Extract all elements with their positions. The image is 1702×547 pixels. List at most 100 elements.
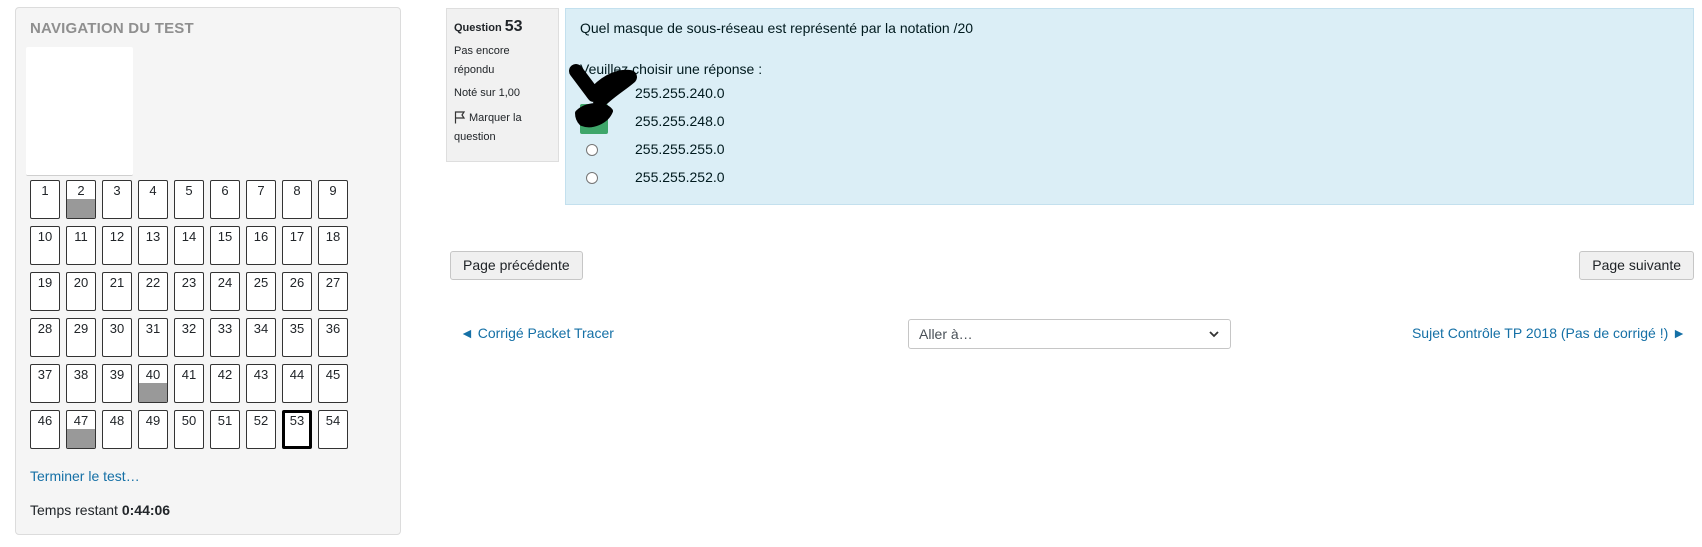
question-nav-button[interactable]: 50 <box>174 410 204 449</box>
question-nav-number: 21 <box>109 275 125 290</box>
next-activity-link[interactable]: Sujet Contrôle TP 2018 (Pas de corrigé !… <box>1412 325 1686 341</box>
question-nav-button[interactable]: 38 <box>66 364 96 403</box>
question-nav-button[interactable]: 26 <box>282 272 312 311</box>
question-text: Quel masque de sous-réseau est représent… <box>580 20 974 36</box>
question-nav-number: 12 <box>109 229 125 244</box>
question-nav-button[interactable]: 32 <box>174 318 204 357</box>
question-nav-button[interactable]: 45 <box>318 364 348 403</box>
question-nav-number: 30 <box>109 321 125 336</box>
question-nav-number: 48 <box>109 413 125 428</box>
question-nav-button[interactable]: 2 <box>66 180 96 219</box>
next-page-button[interactable]: Page suivante <box>1579 251 1694 280</box>
question-nav-number: 5 <box>185 183 193 198</box>
question-nav-button[interactable]: 39 <box>102 364 132 403</box>
time-remaining-value: 0:44:06 <box>121 502 171 518</box>
question-nav-button[interactable]: 35 <box>282 318 312 357</box>
question-nav-button[interactable]: 25 <box>246 272 276 311</box>
question-nav-button[interactable]: 7 <box>246 180 276 219</box>
question-nav-button[interactable]: 37 <box>30 364 60 403</box>
question-nav-button[interactable]: 41 <box>174 364 204 403</box>
question-nav-button[interactable]: 1 <box>30 180 60 219</box>
quiz-navigation-block: NAVIGATION DU TEST 1 2 3 4 5 6 7 8 9 10 11 12 13 14 15… <box>15 7 401 535</box>
answer-radio[interactable] <box>586 88 598 100</box>
time-remaining: Temps restant 0:44:06 <box>30 502 170 518</box>
question-nav-number: 54 <box>325 413 341 428</box>
question-nav-number: 38 <box>73 367 89 382</box>
question-nav-number: 33 <box>217 321 233 336</box>
question-nav-button[interactable]: 46 <box>30 410 60 449</box>
question-nav-button[interactable]: 49 <box>138 410 168 449</box>
question-nav-button[interactable]: 17 <box>282 226 312 265</box>
question-nav-button[interactable]: 18 <box>318 226 348 265</box>
question-nav-button[interactable]: 28 <box>30 318 60 357</box>
answered-indicator <box>139 383 167 402</box>
question-nav-button[interactable]: 47 <box>66 410 96 449</box>
question-nav-button[interactable]: 16 <box>246 226 276 265</box>
question-nav-number: 50 <box>181 413 197 428</box>
question-nav-button[interactable]: 21 <box>102 272 132 311</box>
question-nav-button[interactable]: 44 <box>282 364 312 403</box>
question-nav-number: 13 <box>145 229 161 244</box>
question-nav-number: 24 <box>217 275 233 290</box>
question-nav-button[interactable]: 52 <box>246 410 276 449</box>
question-nav-button[interactable]: 43 <box>246 364 276 403</box>
question-nav-button[interactable]: 51 <box>210 410 240 449</box>
question-grade: Noté sur 1,00 <box>454 87 521 99</box>
question-nav-button[interactable]: 20 <box>66 272 96 311</box>
question-nav-button[interactable]: 40 <box>138 364 168 403</box>
question-nav-button[interactable]: 23 <box>174 272 204 311</box>
question-content: Quel masque de sous-réseau est représent… <box>565 8 1694 205</box>
question-nav-button[interactable]: 22 <box>138 272 168 311</box>
chevron-down-icon <box>1209 331 1219 338</box>
question-nav-button[interactable]: 12 <box>102 226 132 265</box>
answered-indicator <box>67 199 95 218</box>
question-nav-button[interactable]: 9 <box>318 180 348 219</box>
question-nav-button[interactable]: 11 <box>66 226 96 265</box>
question-nav-number: 20 <box>73 275 89 290</box>
question-nav-number: 39 <box>109 367 125 382</box>
question-nav-number: 11 <box>74 229 88 244</box>
question-nav-button[interactable]: 36 <box>318 318 348 357</box>
question-nav-button[interactable]: 42 <box>210 364 240 403</box>
jump-to-activity-select[interactable]: Aller à… <box>908 319 1231 349</box>
question-nav-button[interactable]: 54 <box>318 410 348 449</box>
question-nav-button[interactable]: 6 <box>210 180 240 219</box>
finish-attempt-link[interactable]: Terminer le test… <box>30 468 140 484</box>
question-nav-number: 8 <box>293 183 301 198</box>
question-nav-button[interactable]: 10 <box>30 226 60 265</box>
question-nav-button[interactable]: 29 <box>66 318 96 357</box>
question-nav-button[interactable]: 8 <box>282 180 312 219</box>
question-nav-number: 41 <box>181 367 197 382</box>
quiz-navigation-title: NAVIGATION DU TEST <box>30 20 194 37</box>
flag-question-toggle[interactable]: Marquer la question <box>454 109 551 147</box>
user-picture <box>26 47 133 176</box>
question-nav-button[interactable]: 34 <box>246 318 276 357</box>
question-nav-button[interactable]: 33 <box>210 318 240 357</box>
answer-radio[interactable] <box>586 144 598 156</box>
question-nav-number: 15 <box>217 229 233 244</box>
question-nav-number: 28 <box>37 321 53 336</box>
question-nav-button[interactable]: 19 <box>30 272 60 311</box>
question-nav-number: 3 <box>113 183 121 198</box>
question-nav-button[interactable]: 48 <box>102 410 132 449</box>
question-nav-number: 9 <box>329 183 337 198</box>
answer-label: 255.255.252.0 <box>635 169 725 185</box>
question-state: Pas encore répondu <box>454 45 510 76</box>
previous-activity-link[interactable]: ◄ Corrigé Packet Tracer <box>460 325 614 341</box>
question-nav-button[interactable]: 27 <box>318 272 348 311</box>
question-nav-button[interactable]: 15 <box>210 226 240 265</box>
question-nav-button[interactable]: 24 <box>210 272 240 311</box>
answer-radio[interactable] <box>586 172 598 184</box>
question-nav-number: 26 <box>289 275 305 290</box>
question-nav-button[interactable]: 3 <box>102 180 132 219</box>
question-nav-button[interactable]: 53 <box>282 410 312 449</box>
question-nav-button[interactable]: 5 <box>174 180 204 219</box>
previous-page-button[interactable]: Page précédente <box>450 251 583 280</box>
answer-radio[interactable] <box>586 116 598 128</box>
question-nav-button[interactable]: 31 <box>138 318 168 357</box>
question-nav-button[interactable]: 13 <box>138 226 168 265</box>
answer-label: 255.255.240.0 <box>635 85 725 101</box>
question-nav-button[interactable]: 14 <box>174 226 204 265</box>
question-nav-button[interactable]: 4 <box>138 180 168 219</box>
question-nav-button[interactable]: 30 <box>102 318 132 357</box>
